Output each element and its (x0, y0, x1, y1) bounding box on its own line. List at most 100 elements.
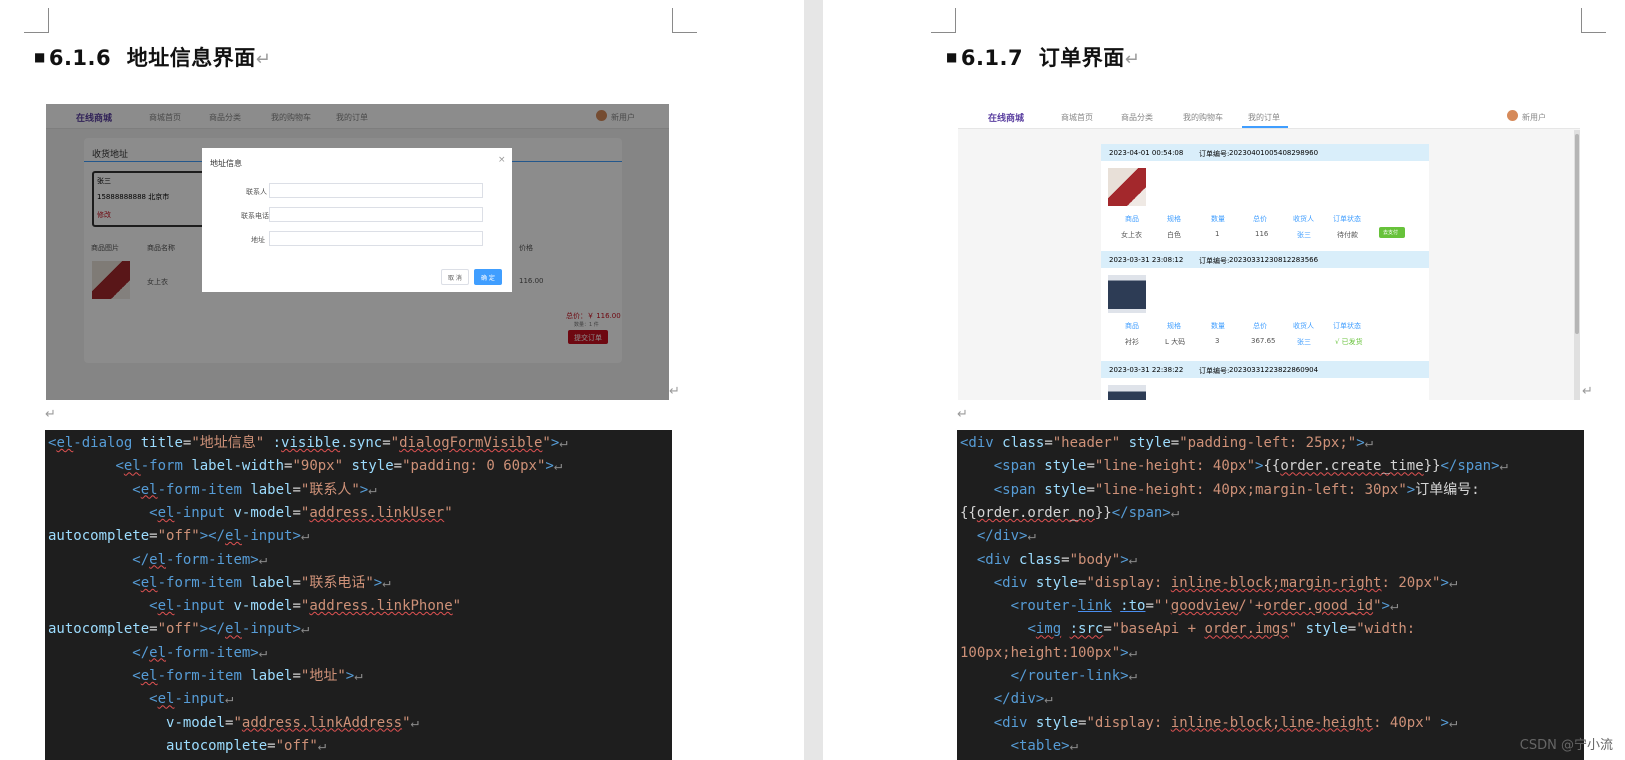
code-token: inline-block;line-height (1170, 714, 1374, 731)
code-token: < (149, 598, 158, 615)
code-token: -form-item (157, 668, 251, 684)
address-input[interactable] (269, 231, 483, 246)
code-token: ↵ (382, 574, 391, 591)
code-token: ↵ (225, 691, 234, 708)
code-token: address.linkUser (309, 504, 445, 521)
code-token: "line-height: 40px" (1094, 458, 1256, 475)
code-token: ↵ (1044, 691, 1053, 708)
code-token: "header" (1052, 435, 1129, 451)
code-token: = (292, 481, 301, 498)
code-token: -input> (241, 528, 301, 545)
code-token: "off" (157, 528, 200, 545)
code-token: }} (1094, 504, 1112, 521)
confirm-button[interactable]: 确 定 (474, 269, 502, 285)
code-token: label-width (191, 458, 285, 475)
code-token: < (149, 504, 158, 521)
code-token: " (1373, 598, 1382, 615)
code-token: el (157, 598, 175, 615)
code-token: </router-link> (1010, 668, 1129, 684)
code-token: ></ (199, 528, 226, 545)
code-line: <el-form-item label="联系人">↵ (48, 480, 377, 500)
code-token: ↵ (1128, 668, 1138, 684)
code-token: title (140, 435, 183, 451)
code-token: < (132, 668, 141, 684)
code-token: label (250, 481, 293, 498)
code-token: autocomplete (48, 528, 150, 545)
code-token: ↵ (553, 458, 563, 475)
code-token: "display: (1086, 574, 1171, 591)
code-token: ↵ (368, 481, 377, 498)
code-token: el (123, 458, 141, 475)
code-token: dialogFormVisible (399, 435, 543, 451)
code-token: ↵ (354, 668, 363, 684)
code-line: {{order.order_no}}</span>↵ (960, 503, 1179, 523)
order-card: 2023-03-31 22:38:22 订单编号: 20230331223822… (1101, 361, 1429, 400)
code-token: ↵ (258, 644, 268, 661)
code-token: < (149, 691, 158, 708)
code-token: ↵ (1389, 598, 1399, 615)
scrollbar[interactable] (1574, 130, 1580, 400)
code-token: ↵ (1364, 435, 1374, 451)
code-token: order.order_no (976, 504, 1095, 521)
code-token: style (351, 458, 394, 475)
code-line: <el-form-item label="联系电话">↵ (48, 573, 391, 593)
code-token: el (140, 574, 158, 591)
code-token: > (1381, 598, 1390, 615)
code-token: "baseApi + (1111, 621, 1205, 638)
code-token: <table> (1010, 737, 1070, 754)
code-token: style (1128, 435, 1171, 451)
close-icon[interactable]: × (498, 155, 506, 165)
product-image[interactable] (1108, 275, 1146, 313)
code-token: : 20px" (1381, 574, 1441, 591)
code-token: <div (976, 551, 1020, 568)
contact-name-input[interactable] (269, 183, 483, 198)
code-line: <el-input v-model="address.linkUser" (48, 503, 453, 523)
code-token: </span> (1440, 458, 1500, 475)
heading-number: 6.1.7 (960, 46, 1024, 70)
code-token: = (382, 435, 391, 451)
code-token: order.imgs (1204, 621, 1289, 638)
code-token: > (345, 668, 355, 684)
code-line: <span style="line-height: 40px">{{order.… (960, 456, 1508, 476)
contact-phone-input[interactable] (269, 207, 483, 222)
code-token: {{ (1263, 458, 1281, 475)
cancel-button[interactable]: 取 消 (441, 269, 469, 285)
code-token: 订单编号: (1415, 481, 1480, 498)
code-token: 100px;height:100px" (960, 644, 1121, 661)
code-line: <div style="display: inline-block;margin… (960, 573, 1458, 593)
code-token: = (267, 737, 276, 754)
code-token: "padding: 0 60px" (402, 458, 546, 475)
pay-button[interactable]: 去支付 (1379, 227, 1405, 238)
code-token: }} (1423, 458, 1441, 475)
code-token: ↵ (300, 528, 310, 545)
code-token: el (149, 551, 167, 568)
code-token: ↵ (1069, 737, 1079, 754)
code-token: img (1035, 621, 1062, 638)
code-token: -form-item (157, 574, 251, 591)
code-token: ↵ (1128, 644, 1138, 661)
section-heading: ■ 6.1.6 地址信息界面↵ (34, 46, 272, 70)
code-token: < (132, 481, 141, 498)
code-token: el (157, 504, 175, 521)
code-line: <span style="line-height: 40px;margin-le… (960, 480, 1480, 500)
code-token: > (359, 481, 369, 498)
code-token: "line-height: 40px;margin-left: 30px" (1094, 481, 1407, 498)
code-token: {{ (960, 504, 977, 521)
product-image[interactable] (1108, 168, 1146, 206)
code-line: autocomplete="off"></el-input>↵ (48, 619, 309, 639)
order-list: 2023-04-01 00:54:08 订单编号: 20230401005408… (1101, 144, 1429, 400)
product-image[interactable] (1108, 385, 1146, 400)
code-token: style (1035, 714, 1079, 731)
code-token: < (132, 574, 141, 591)
code-token: = (292, 574, 301, 591)
avatar (1507, 110, 1518, 121)
